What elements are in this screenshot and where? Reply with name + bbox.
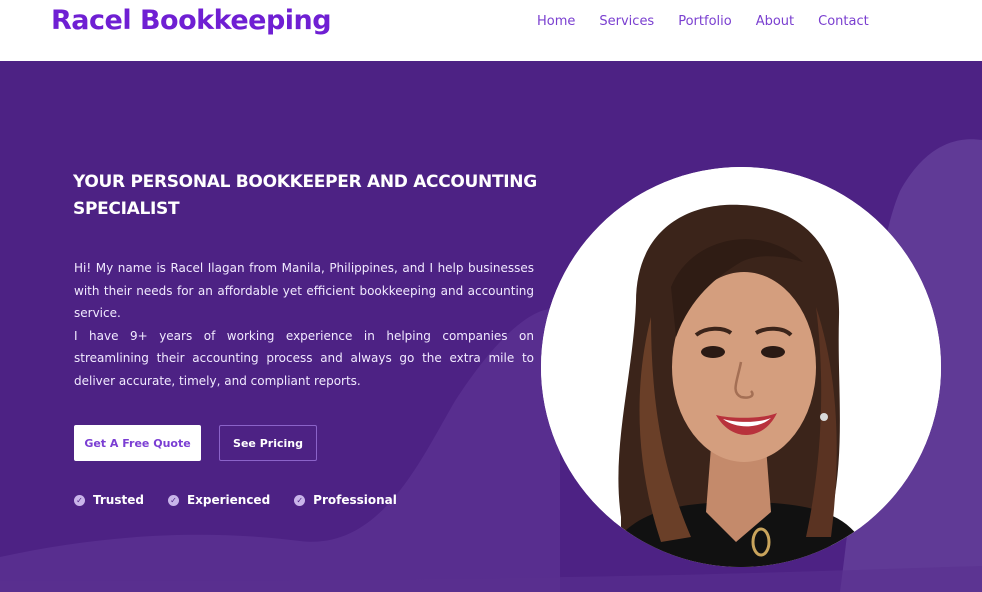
intro-paragraph: I have 9+ years of working experience in… bbox=[74, 328, 534, 388]
profile-photo-illustration bbox=[541, 167, 941, 567]
site-logo[interactable]: Racel Bookkeeping bbox=[51, 5, 332, 36]
check-circle-icon: ✓ bbox=[167, 494, 179, 506]
profile-photo bbox=[541, 167, 941, 567]
badge-label: Professional bbox=[313, 493, 397, 507]
hero-headline: YOUR PERSONAL BOOKKEEPER AND ACCOUNTING … bbox=[73, 172, 537, 219]
site-header: Racel Bookkeeping Home Services Portfoli… bbox=[0, 0, 982, 61]
badge-label: Trusted bbox=[93, 493, 144, 507]
badge-label: Experienced bbox=[186, 493, 271, 507]
badge-trusted: ✓ Trusted bbox=[74, 493, 144, 507]
hero-section: YOUR PERSONAL BOOKKEEPER AND ACCOUNTING … bbox=[0, 61, 982, 592]
badge-professional: ✓ Professional bbox=[294, 493, 397, 507]
nav-link-services[interactable]: Services bbox=[599, 14, 654, 29]
badge-experienced: ✓ Experienced bbox=[167, 493, 271, 507]
nav-link-contact[interactable]: Contact bbox=[818, 14, 869, 29]
hero-intro: Hi! My name is Racel Ilagan from Manila,… bbox=[74, 257, 534, 393]
see-pricing-button[interactable]: See Pricing bbox=[219, 425, 317, 461]
intro-paragraph: Hi! My name is Racel Ilagan from Manila,… bbox=[74, 261, 534, 321]
nav-link-home[interactable]: Home bbox=[537, 14, 575, 29]
check-circle-icon: ✓ bbox=[74, 494, 85, 506]
nav-link-about[interactable]: About bbox=[756, 14, 794, 29]
check-circle-icon: ✓ bbox=[294, 494, 306, 506]
trust-badges: ✓ Trusted ✓ Experienced ✓ Professional bbox=[74, 493, 421, 507]
get-free-quote-button[interactable]: Get A Free Quote bbox=[74, 425, 201, 461]
main-nav: Home Services Portfolio About Contact bbox=[537, 14, 893, 29]
nav-link-portfolio[interactable]: Portfolio bbox=[678, 14, 731, 29]
